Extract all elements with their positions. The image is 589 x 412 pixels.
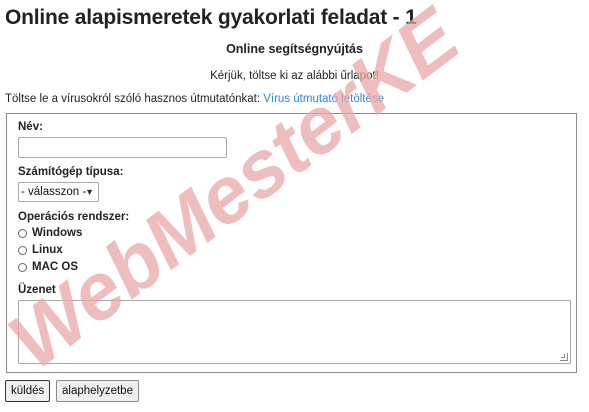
page-title: Online alapismeretek gyakorlati feladat …: [5, 6, 417, 29]
os-option-label: MAC OS: [32, 261, 78, 273]
os-option-macos[interactable]: MAC OS: [18, 261, 78, 273]
page-subtitle: Online segítségnyújtás: [226, 42, 363, 56]
name-input[interactable]: [18, 137, 227, 158]
submit-button[interactable]: küldés: [5, 380, 51, 402]
os-label: Operációs rendszer:: [18, 211, 130, 223]
virus-guide-download-link[interactable]: Vírus útmutató letöltése: [263, 93, 384, 105]
contact-form: Név: Számítógép típusa: - válasszon - ▼ …: [6, 113, 577, 373]
message-label: Üzenet: [18, 284, 56, 296]
computer-type-select[interactable]: - válasszon - ▼: [18, 182, 99, 202]
name-label: Név:: [18, 121, 43, 133]
intro-text: Kérjük, töltse ki az alábbi űrlapot!: [210, 70, 379, 82]
chevron-down-icon: ▼: [85, 187, 94, 197]
message-textarea[interactable]: [18, 300, 571, 364]
radio-circle-icon[interactable]: [18, 262, 27, 272]
os-option-windows[interactable]: Windows: [18, 227, 82, 239]
guide-text: Töltse le a vírusokról szóló hasznos útm…: [5, 93, 264, 105]
resize-grip-icon[interactable]: [560, 353, 568, 361]
os-option-label: Windows: [32, 227, 83, 239]
os-option-label: Linux: [32, 244, 63, 256]
os-option-linux[interactable]: Linux: [18, 244, 63, 256]
radio-circle-icon[interactable]: [18, 228, 27, 238]
guide-line: Töltse le a vírusokról szóló hasznos útm…: [5, 93, 384, 105]
computer-type-label: Számítógép típusa:: [18, 166, 124, 178]
radio-circle-icon[interactable]: [18, 245, 27, 255]
computer-type-selected-value: - válasszon -: [21, 186, 87, 198]
reset-button[interactable]: alaphelyzetbe: [56, 380, 139, 402]
